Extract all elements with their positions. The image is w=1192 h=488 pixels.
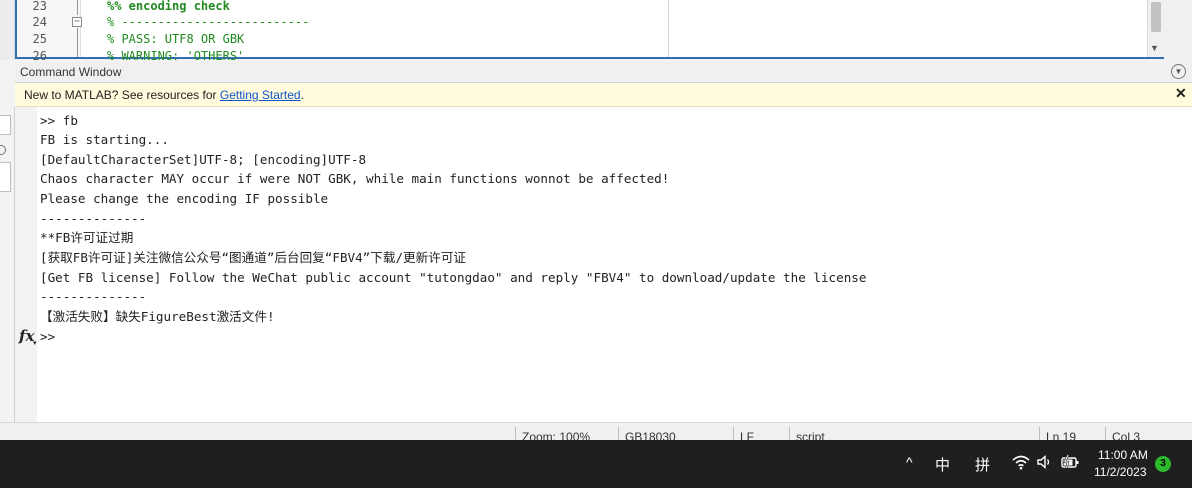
command-prompt[interactable]: >>	[40, 328, 55, 346]
editor-panel: 23 24 25 26 − %% encoding check % ------…	[0, 0, 1192, 63]
command-window-output[interactable]: fx ▾ >> fb FB is starting... [DefaultChara…	[15, 107, 1192, 422]
taskbar-clock-time[interactable]: 11:00 AM	[1098, 448, 1148, 462]
code-line[interactable]: % --------------------------	[107, 15, 309, 29]
output-line: --------------	[40, 289, 147, 304]
function-browser-caret-icon[interactable]: ▾	[33, 339, 37, 347]
editor-scrollbar[interactable]: ▼	[1147, 0, 1164, 57]
fold-guide	[77, 0, 78, 15]
scroll-down-arrow-icon[interactable]: ▼	[1150, 43, 1159, 53]
ime-mode-indicator[interactable]: 拼	[975, 454, 990, 475]
status-encoding[interactable]: GB18030	[618, 427, 733, 440]
line-number: 24	[32, 15, 47, 29]
code-line[interactable]: % PASS: UTF8 OR GBK	[107, 32, 244, 46]
status-zoom: Zoom: 100%	[515, 427, 618, 440]
status-line: Ln 19	[1039, 427, 1105, 440]
left-panel-field[interactable]	[0, 115, 11, 135]
output-line: 【激活失败】缺失FigureBest激活文件!	[40, 309, 275, 324]
getting-started-link[interactable]: Getting Started	[220, 88, 301, 102]
fold-toggle-icon[interactable]: −	[72, 17, 82, 27]
output-line: Chaos character MAY occur if were NOT GB…	[40, 171, 670, 186]
notification-count-badge[interactable]: 3	[1155, 456, 1171, 472]
output-line: **FB许可证过期	[40, 230, 134, 245]
taskbar-clock-date[interactable]: 11/2/2023	[1094, 465, 1147, 479]
battery-charging-icon[interactable]	[1060, 453, 1080, 471]
line-number: 23	[32, 0, 47, 13]
command-window-header: Command Window ▼	[15, 62, 1192, 83]
notice-suffix: .	[300, 88, 304, 102]
left-panel-list[interactable]	[0, 162, 11, 192]
output-line: >> fb	[40, 113, 78, 128]
command-gutter: fx ▾	[15, 107, 37, 422]
ime-language-indicator[interactable]: 中	[935, 454, 950, 475]
close-icon[interactable]: ✕	[1175, 85, 1187, 102]
output-line: --------------	[40, 211, 147, 226]
status-column: Col 3	[1105, 427, 1192, 440]
left-panel-action-icon[interactable]	[0, 145, 6, 155]
getting-started-notice: New to MATLAB? See resources for Getting…	[15, 83, 1192, 107]
editor-right-edge	[1164, 0, 1192, 60]
left-panel-edge	[0, 107, 15, 437]
status-bar: Zoom: 100% GB18030 LF script Ln 19 Col 3	[0, 422, 1192, 440]
output-line: FB is starting...	[40, 132, 169, 147]
code-line[interactable]: %% encoding check	[107, 0, 230, 13]
code-line[interactable]: % WARNING: 'OTHERS'	[107, 49, 244, 63]
line-number: 26	[32, 49, 47, 63]
editor-split-divider	[668, 0, 669, 57]
wifi-icon[interactable]	[1012, 453, 1030, 471]
output-line: [DefaultCharacterSet]UTF-8; [encoding]UT…	[40, 152, 367, 167]
output-line: [Get FB license] Follow the WeChat publi…	[40, 270, 867, 285]
output-line: Please change the encoding IF possible	[40, 191, 329, 206]
output-line: [获取FB许可证]关注微信公众号“图通道”后台回复“FBV4”下载/更新许可证	[40, 250, 467, 265]
editor-left-edge	[0, 0, 15, 60]
volume-icon[interactable]	[1036, 453, 1052, 471]
panel-actions-chevron-icon[interactable]: ▼	[1171, 64, 1186, 79]
taskbar: ^ 中 拼 11:00 AM 11/2/2023 3	[0, 440, 1192, 488]
status-file-type: script	[789, 427, 1039, 440]
show-hidden-icons-chevron-icon[interactable]: ^	[906, 454, 913, 470]
fold-guide	[77, 28, 78, 57]
command-window-title: Command Window	[20, 65, 122, 79]
notice-text: New to MATLAB? See resources for Getting…	[24, 88, 304, 102]
line-number: 25	[32, 32, 47, 46]
status-line-ending[interactable]: LF	[733, 427, 789, 440]
editor-scrollbar-thumb[interactable]	[1151, 2, 1161, 32]
notice-prefix: New to MATLAB? See resources for	[24, 88, 220, 102]
